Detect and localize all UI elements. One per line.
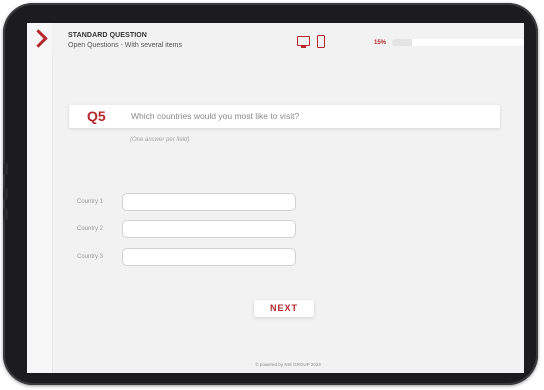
progress-label: 15%: [374, 40, 387, 46]
country-3-input[interactable]: [122, 248, 296, 266]
answer-hint: (One answer per field): [130, 137, 190, 143]
question-text: Which countries would you most like to v…: [131, 111, 300, 121]
question-card: Q5 Which countries would you most like t…: [69, 105, 500, 128]
survey-header: STANDARD QUESTION Open Questions - With …: [52, 23, 524, 55]
country-2-input[interactable]: [122, 220, 296, 238]
chevron-right-icon[interactable]: [29, 29, 48, 48]
tablet-side-button: [3, 163, 8, 175]
tablet-side-button: [3, 188, 8, 200]
survey-screen: STANDARD QUESTION Open Questions - With …: [27, 23, 524, 373]
field-label-country-2: Country 2: [77, 226, 104, 232]
question-number: Q5: [87, 108, 106, 124]
progress-bar-fill: [392, 39, 412, 46]
question-content: Q5 Which countries would you most like t…: [52, 55, 524, 373]
question-type-title: STANDARD QUESTION: [68, 32, 147, 39]
progress-bar: [392, 39, 524, 46]
country-1-input[interactable]: [122, 193, 296, 211]
phone-icon[interactable]: [317, 35, 325, 48]
left-sidebar: [27, 23, 53, 373]
field-label-country-3: Country 3: [77, 254, 104, 260]
next-button[interactable]: NEXT: [254, 300, 314, 317]
tablet-frame: STANDARD QUESTION Open Questions - With …: [3, 3, 538, 385]
tablet-side-button: [3, 208, 8, 220]
field-label-country-1: Country 1: [77, 199, 104, 205]
footer-credit: © powered by NIS GROUP 2023: [255, 362, 321, 367]
question-type-subtitle: Open Questions - With several items: [68, 42, 182, 49]
desktop-icon[interactable]: [297, 36, 310, 48]
